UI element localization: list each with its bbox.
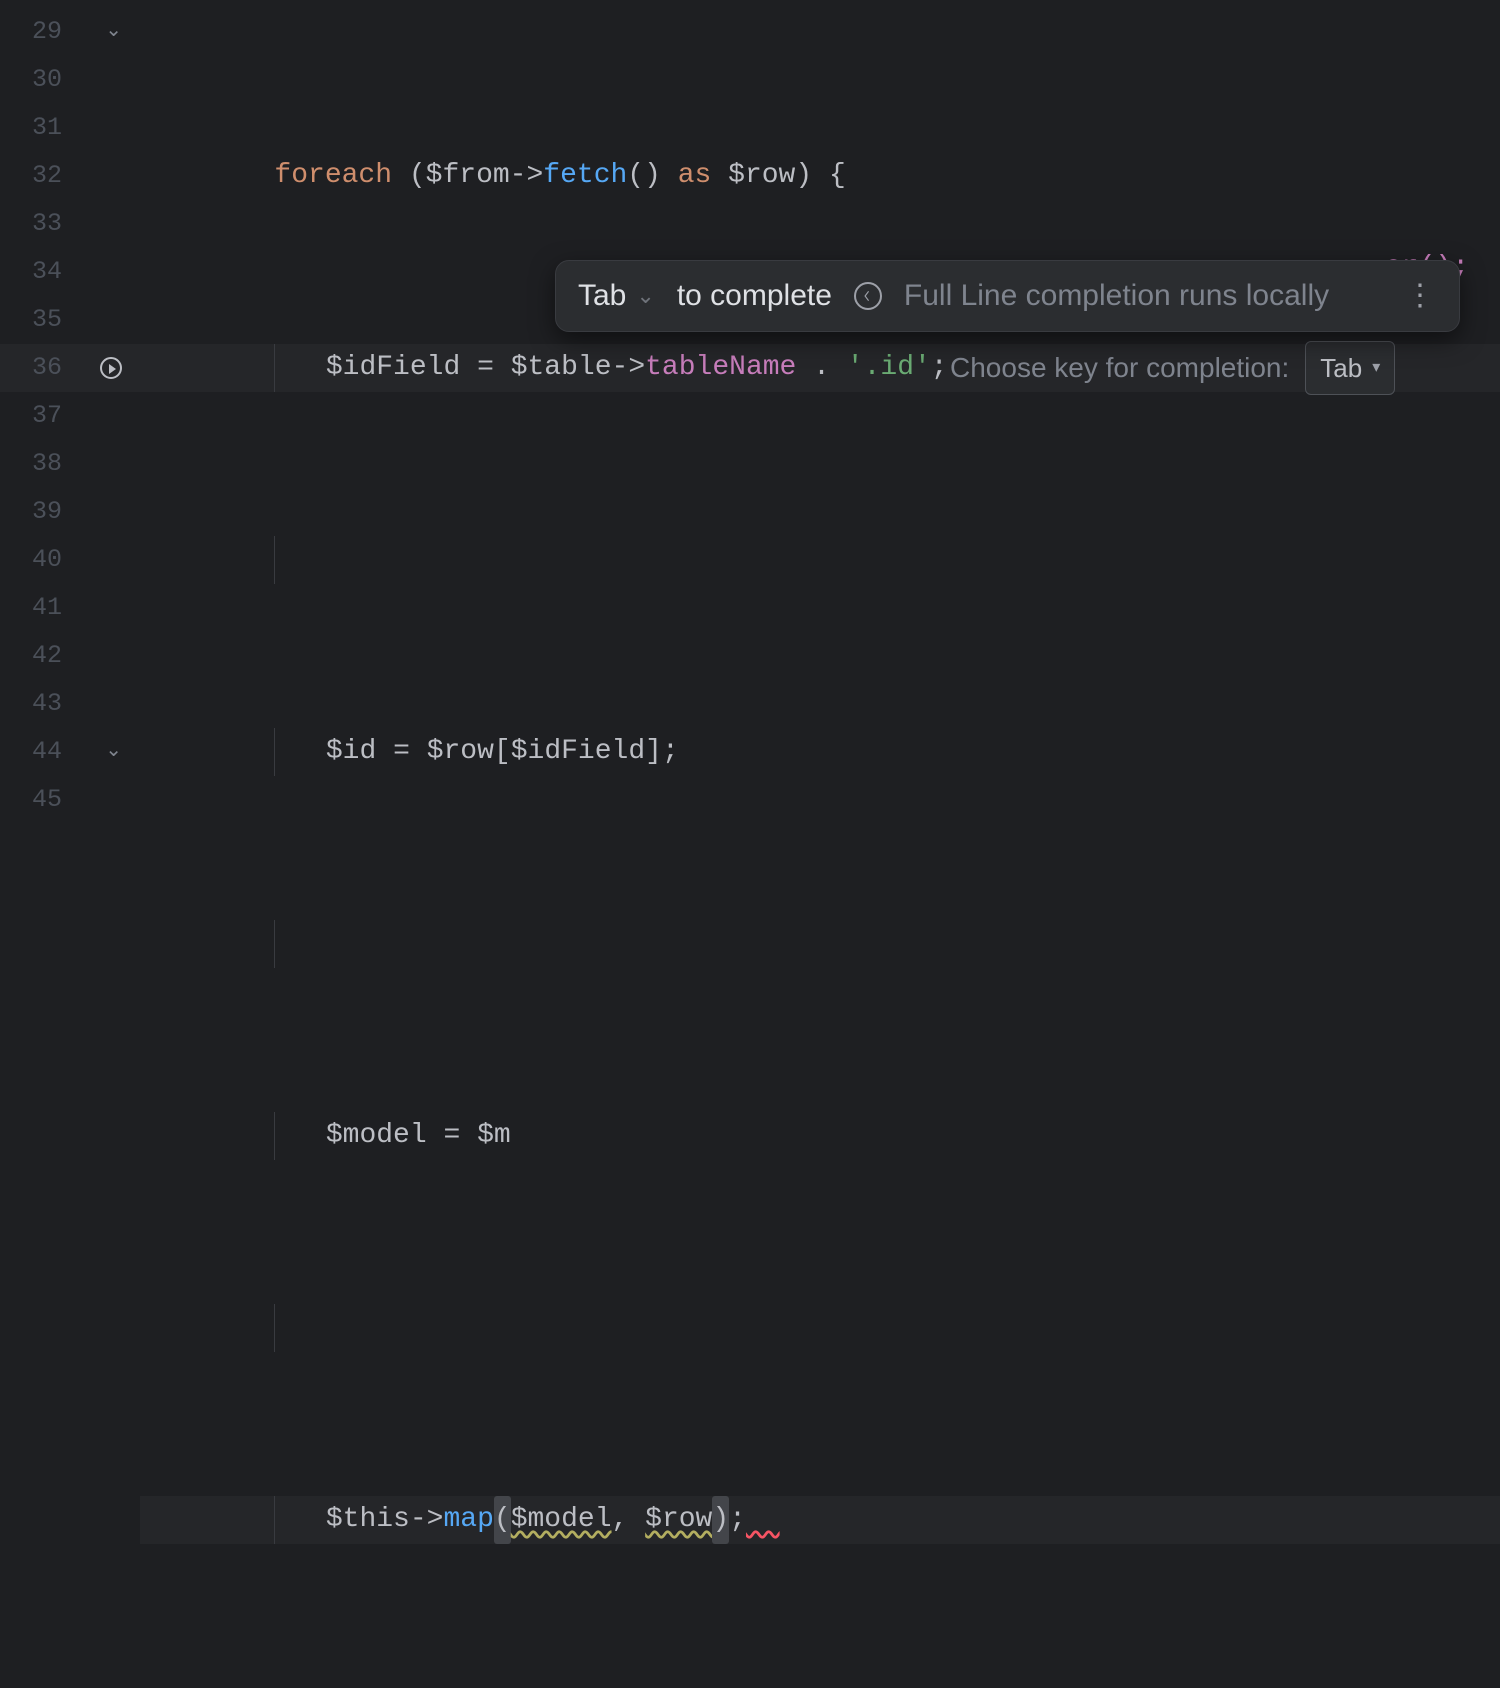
rerun-icon[interactable]: [100, 357, 122, 379]
code-line[interactable]: $model = $m: [140, 1112, 1500, 1160]
popup-info: Full Line completion runs locally: [904, 272, 1383, 320]
fold-icon[interactable]: ⌄: [105, 8, 122, 56]
line-number: 43: [22, 680, 62, 728]
line-number: 38: [22, 440, 62, 488]
line-number: 31: [22, 104, 62, 152]
line-number: 37: [22, 392, 62, 440]
info-icon[interactable]: [854, 282, 882, 310]
line-number: 34: [22, 248, 62, 296]
kebab-icon[interactable]: ⋮: [1405, 291, 1437, 301]
line-number: 42: [22, 632, 62, 680]
line-number: 40: [22, 536, 62, 584]
code-line[interactable]: [140, 1304, 1500, 1352]
line-number: 35: [22, 296, 62, 344]
popup-key[interactable]: Tab ⌄: [578, 272, 655, 320]
chevron-down-icon: ▾: [1372, 344, 1380, 392]
code-area[interactable]: foreach ($from->fetch() as $row) { $idFi…: [140, 0, 1500, 844]
line-number: 44: [22, 728, 62, 776]
popup-label: to complete: [677, 272, 832, 320]
hint-label: Choose key for completion:: [950, 344, 1289, 392]
completion-hint: Choose key for completion: Tab▾: [950, 344, 1395, 392]
line-number: 45: [22, 776, 62, 824]
line-number: 39: [22, 488, 62, 536]
code-line[interactable]: foreach ($from->fetch() as $row) {: [140, 152, 1500, 200]
code-line[interactable]: $id = $row[$idField];: [140, 728, 1500, 776]
code-line-current[interactable]: $this->map($model, $row);: [140, 1496, 1500, 1544]
line-number: 29: [22, 8, 62, 56]
code-line[interactable]: [140, 920, 1500, 968]
line-number: 36: [22, 344, 62, 392]
fold-icon[interactable]: ⌄: [105, 728, 122, 776]
line-number: 33: [22, 200, 62, 248]
hint-key-button[interactable]: Tab▾: [1305, 341, 1395, 395]
line-number: 41: [22, 584, 62, 632]
chevron-down-icon: ⌄: [636, 272, 654, 320]
line-number: 32: [22, 152, 62, 200]
line-number: 30: [22, 56, 62, 104]
gutter: 29⌄ 30 31 32 33 34 35 36 37 38 39 40 41 …: [0, 0, 140, 844]
completion-popup[interactable]: Tab ⌄ to complete Full Line completion r…: [555, 260, 1460, 332]
code-line[interactable]: [140, 536, 1500, 584]
